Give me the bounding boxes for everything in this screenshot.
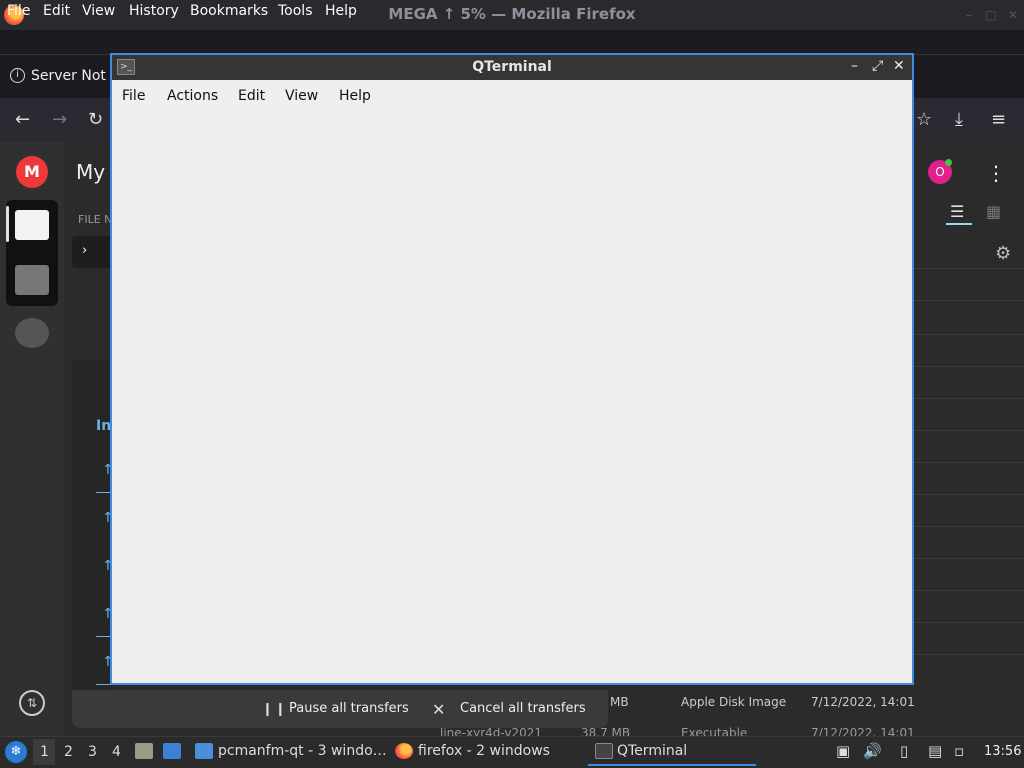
network-icon[interactable]: ▤ <box>928 742 942 760</box>
cloud-drive-tree-item[interactable] <box>72 236 112 268</box>
qt-menu-actions[interactable]: Actions <box>167 88 218 104</box>
workspace-1[interactable]: 1 <box>40 744 49 760</box>
hamburger-menu-icon[interactable]: ≡ <box>991 109 1006 130</box>
minimize-icon[interactable]: – <box>851 58 858 74</box>
terminal-icon <box>595 743 613 759</box>
row-divider <box>912 558 1024 559</box>
active-indicator <box>6 206 9 242</box>
workspace-3[interactable]: 3 <box>88 744 97 760</box>
file-section-label: FILE N <box>78 213 113 226</box>
reload-icon[interactable]: ↻ <box>88 109 103 130</box>
qt-menu-file[interactable]: File <box>122 88 145 104</box>
bookmark-star-icon[interactable]: ☆ <box>916 109 932 130</box>
task-pcmanfm[interactable]: pcmanfm-qt - 3 windo… <box>218 743 387 759</box>
file-size: MB <box>610 695 629 709</box>
row-divider <box>912 462 1024 463</box>
row-divider <box>912 526 1024 527</box>
menu-file[interactable]: File <box>7 3 30 19</box>
menu-help[interactable]: Help <box>325 3 357 19</box>
forward-icon[interactable]: → <box>52 109 67 130</box>
cloud-drive-folder-icon[interactable] <box>15 210 49 240</box>
pause-all-transfers-button[interactable]: Pause all transfers <box>289 701 409 716</box>
menu-tools[interactable]: Tools <box>278 3 313 19</box>
info-icon: i <box>10 68 25 83</box>
back-icon[interactable]: ← <box>15 109 30 130</box>
settings-gear-icon[interactable]: ⚙ <box>995 243 1011 264</box>
transfer-manager-icon[interactable]: ⇅ <box>19 690 45 716</box>
grid-view-icon[interactable]: ▦ <box>986 202 1001 221</box>
qt-menu-edit[interactable]: Edit <box>238 88 265 104</box>
notification-text: Server Not F <box>31 68 119 84</box>
row-divider <box>912 366 1024 367</box>
qt-menu-help[interactable]: Help <box>339 88 371 104</box>
list-view-icon[interactable]: ☰ <box>950 202 964 221</box>
file-kind: Apple Disk Image <box>681 695 787 709</box>
task-firefox[interactable]: firefox - 2 windows <box>418 743 550 759</box>
minimize-icon[interactable]: – <box>962 8 976 22</box>
clock: 13:56 <box>984 744 1022 759</box>
volume-icon[interactable]: 🔊 <box>863 742 882 760</box>
file-date: 7/12/2022, 14:01 <box>811 695 915 709</box>
row-divider <box>912 300 1024 301</box>
update-notifier-icon[interactable]: ▫ <box>954 742 964 760</box>
row-divider <box>912 430 1024 431</box>
chevron-right-icon[interactable]: › <box>82 243 87 258</box>
cancel-icon[interactable]: ✕ <box>432 700 445 719</box>
row-divider <box>912 654 1024 655</box>
folder-icon <box>195 743 213 759</box>
menu-bookmarks[interactable]: Bookmarks <box>190 3 268 19</box>
close-icon[interactable]: ✕ <box>893 58 905 74</box>
file-manager-launcher-icon[interactable] <box>135 743 153 759</box>
downloads-icon[interactable]: ⤓ <box>955 109 963 130</box>
row-divider <box>912 622 1024 623</box>
transfers-tab[interactable]: In <box>96 418 111 434</box>
row-divider <box>912 334 1024 335</box>
task-qterminal[interactable]: QTerminal <box>617 743 687 759</box>
menu-view[interactable]: View <box>82 3 115 19</box>
firefox-menubar <box>0 30 1024 54</box>
row-divider <box>912 268 1024 269</box>
storage-tray-icon[interactable]: ▣ <box>836 742 850 760</box>
page-title: My <box>76 160 106 184</box>
mega-logo-icon[interactable]: M <box>16 156 48 188</box>
row-divider <box>912 494 1024 495</box>
qt-menu-view[interactable]: View <box>285 88 318 104</box>
maximize-icon[interactable]: ⤢ <box>872 58 883 74</box>
pause-icon[interactable]: ❙❙ <box>262 702 288 717</box>
row-divider <box>912 398 1024 399</box>
list-view-active-underline <box>946 223 972 225</box>
menu-edit[interactable]: Edit <box>43 3 70 19</box>
start-menu-icon[interactable]: ❄ <box>5 741 27 763</box>
terminal-body[interactable] <box>112 80 912 683</box>
workspace-2[interactable]: 2 <box>64 744 73 760</box>
photos-icon[interactable] <box>15 265 49 295</box>
firefox-icon <box>395 743 413 759</box>
maximize-icon[interactable]: □ <box>984 8 998 22</box>
chat-icon[interactable] <box>15 318 49 348</box>
workspace-4[interactable]: 4 <box>112 744 121 760</box>
more-options-icon[interactable]: ⋮ <box>986 161 1006 185</box>
desktop-launcher-icon[interactable] <box>163 743 181 759</box>
cancel-all-transfers-button[interactable]: Cancel all transfers <box>460 701 586 716</box>
active-task-indicator <box>588 764 756 766</box>
clipboard-icon[interactable]: ▯ <box>900 742 908 760</box>
row-divider <box>912 590 1024 591</box>
online-status-dot <box>945 159 952 166</box>
menu-history[interactable]: History <box>129 3 179 19</box>
qterminal-title: QTerminal <box>472 59 552 75</box>
close-icon[interactable]: ✕ <box>1006 8 1020 22</box>
